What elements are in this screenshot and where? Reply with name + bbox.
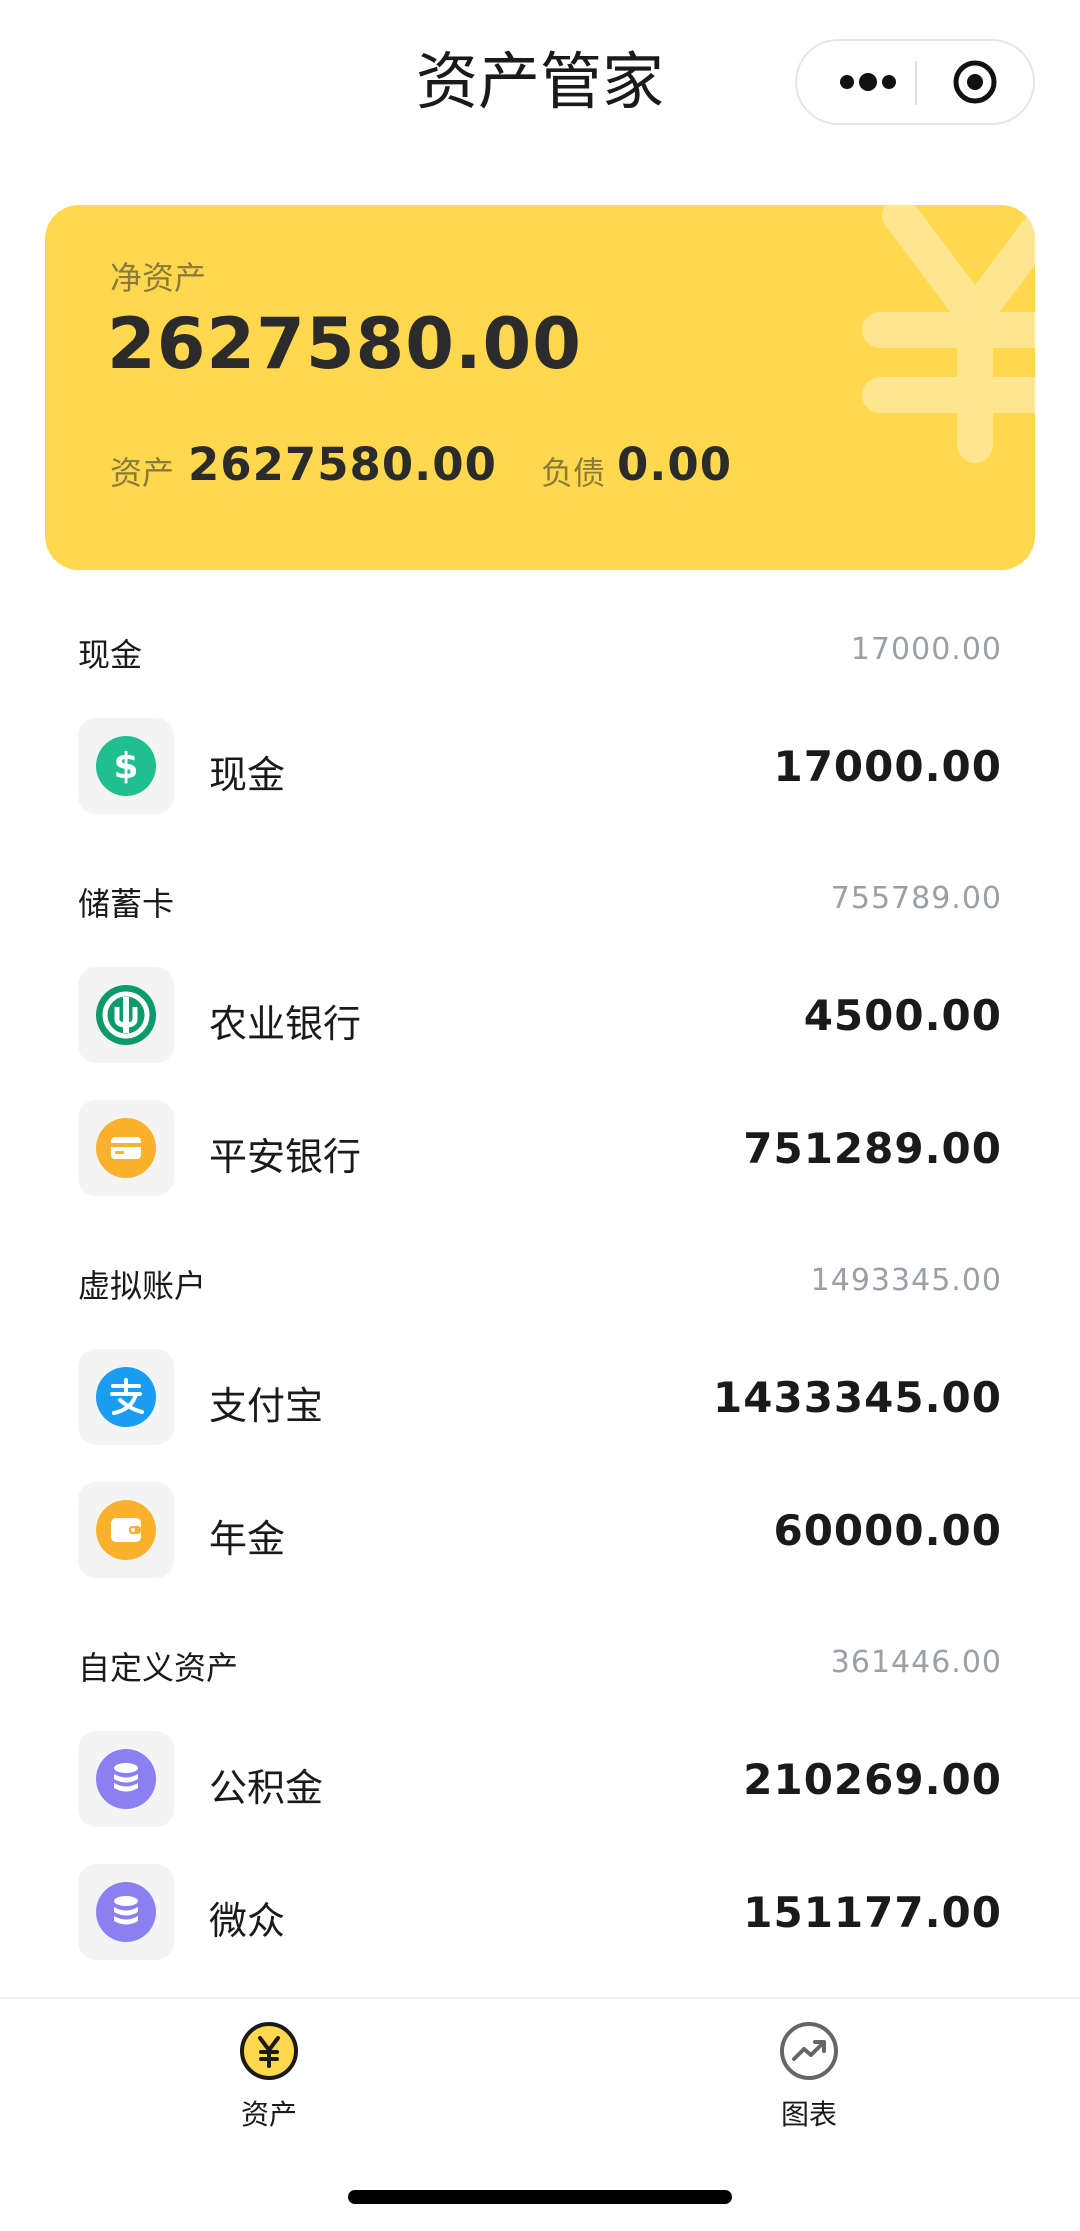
wallet-icon bbox=[96, 1500, 156, 1560]
section-total: 361446.00 bbox=[830, 1645, 1002, 1680]
net-asset-card: 净资产 2627580.00 资产 2627580.00 负债 0.00 bbox=[45, 205, 1035, 570]
net-assets-value: 2627580.00 bbox=[107, 303, 582, 385]
home-indicator bbox=[348, 2190, 732, 2204]
account-name: 支付宝 bbox=[209, 1384, 324, 1428]
net-assets-label: 净资产 bbox=[110, 259, 207, 297]
yen-icon bbox=[240, 2022, 298, 2080]
section-header-virtual: 虚拟账户 1493345.00 bbox=[78, 1261, 1002, 1311]
tab-assets[interactable]: 资产 bbox=[189, 2021, 349, 2151]
account-amount: 1433345.00 bbox=[713, 1373, 1002, 1422]
abc-bank-icon bbox=[96, 985, 156, 1045]
more-dots-icon bbox=[840, 73, 896, 91]
mini-program-capsule bbox=[795, 39, 1035, 125]
account-icon-box bbox=[78, 1731, 174, 1827]
section-title: 虚拟账户 bbox=[78, 1267, 207, 1305]
account-name: 年金 bbox=[209, 1517, 286, 1561]
tab-label: 资产 bbox=[240, 2098, 297, 2131]
account-amount: 17000.00 bbox=[773, 742, 1002, 791]
account-icon-box bbox=[78, 967, 174, 1063]
section-title: 现金 bbox=[78, 636, 143, 674]
account-name: 农业银行 bbox=[209, 1002, 362, 1046]
account-row-abc[interactable]: 农业银行 4500.00 bbox=[78, 967, 1002, 1065]
account-amount: 751289.00 bbox=[743, 1124, 1002, 1173]
liabilities-value: 0.00 bbox=[617, 438, 733, 491]
capsule-divider bbox=[915, 61, 917, 105]
section-total: 755789.00 bbox=[830, 881, 1002, 916]
assets-label: 资产 bbox=[110, 454, 175, 492]
account-name: 现金 bbox=[209, 753, 286, 797]
account-row-alipay[interactable]: 支付宝 1433345.00 bbox=[78, 1349, 1002, 1447]
target-close-icon bbox=[953, 60, 997, 104]
account-name: 微众 bbox=[209, 1899, 286, 1943]
card-icon bbox=[96, 1118, 156, 1178]
account-name: 公积金 bbox=[209, 1766, 324, 1810]
coins-icon bbox=[96, 1882, 156, 1942]
liabilities-label: 负债 bbox=[541, 454, 606, 492]
coins-icon bbox=[96, 1749, 156, 1809]
section-header-custom: 自定义资产 361446.00 bbox=[78, 1643, 1002, 1693]
close-button[interactable] bbox=[947, 54, 1003, 110]
account-row-pingan[interactable]: 平安银行 751289.00 bbox=[78, 1100, 1002, 1198]
account-icon-box: $ bbox=[78, 718, 174, 814]
account-name: 平安银行 bbox=[209, 1135, 362, 1179]
account-amount: 60000.00 bbox=[773, 1506, 1002, 1555]
account-amount: 4500.00 bbox=[803, 991, 1002, 1040]
trend-icon bbox=[780, 2022, 838, 2080]
tab-charts[interactable]: 图表 bbox=[729, 2021, 889, 2151]
alipay-icon bbox=[96, 1367, 156, 1427]
account-row-housing-fund[interactable]: 公积金 210269.00 bbox=[78, 1731, 1002, 1829]
assets-value: 2627580.00 bbox=[188, 438, 497, 491]
svg-text:$: $ bbox=[113, 746, 138, 787]
nav-header: 资产管家 bbox=[0, 0, 1080, 170]
account-icon-box bbox=[78, 1864, 174, 1960]
section-total: 1493345.00 bbox=[810, 1263, 1002, 1298]
account-icon-box bbox=[78, 1100, 174, 1196]
more-button[interactable] bbox=[827, 59, 927, 105]
account-amount: 151177.00 bbox=[743, 1888, 1002, 1937]
account-row-cash[interactable]: $ 现金 17000.00 bbox=[78, 718, 1002, 816]
account-row-annuity[interactable]: 年金 60000.00 bbox=[78, 1482, 1002, 1580]
dollar-icon: $ bbox=[96, 736, 156, 796]
section-title: 储蓄卡 bbox=[78, 885, 175, 923]
account-icon-box bbox=[78, 1482, 174, 1578]
account-icon-box bbox=[78, 1349, 174, 1445]
yen-watermark-icon bbox=[862, 205, 1035, 463]
section-title: 自定义资产 bbox=[78, 1649, 239, 1687]
account-amount: 210269.00 bbox=[743, 1755, 1002, 1804]
account-row-webank[interactable]: 微众 151177.00 bbox=[78, 1864, 1002, 1962]
section-header-debit: 储蓄卡 755789.00 bbox=[78, 879, 1002, 929]
section-header-cash: 现金 17000.00 bbox=[78, 630, 1002, 680]
section-total: 17000.00 bbox=[850, 632, 1002, 667]
tab-label: 图表 bbox=[780, 2098, 837, 2131]
